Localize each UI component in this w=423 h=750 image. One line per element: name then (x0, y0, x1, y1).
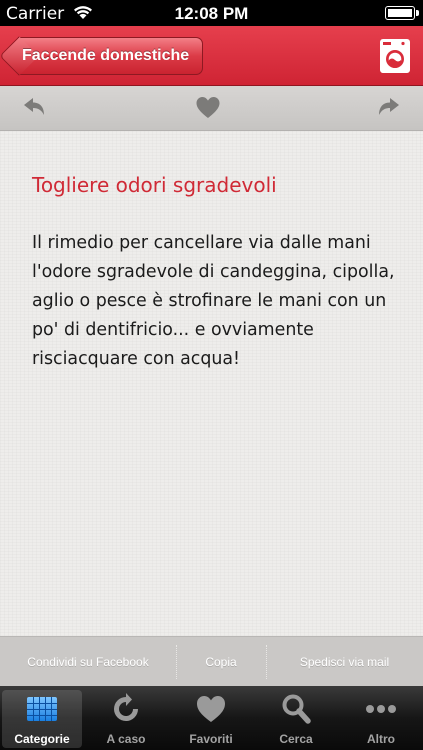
action-toolbar (0, 86, 423, 131)
copy-button[interactable]: Copia (176, 637, 266, 687)
heart-icon[interactable] (195, 95, 221, 121)
tab-label: Favoriti (189, 732, 233, 746)
tab-cerca[interactable]: Cerca (256, 690, 336, 748)
share-bar: Condividi su Facebook Copia Spedisci via… (0, 636, 423, 686)
tab-label: Cerca (279, 732, 313, 746)
back-button-label: Faccende domestiche (22, 47, 190, 64)
tab-label: Altro (367, 732, 395, 746)
washing-machine-icon (380, 39, 410, 73)
grid-icon (27, 697, 57, 721)
back-button[interactable]: Faccende domestiche (18, 37, 203, 75)
tip-body: Il rimedio per cancellare via dalle mani… (32, 233, 395, 369)
tip-title: Togliere odori sgradevoli (32, 173, 277, 197)
search-icon (282, 694, 311, 724)
tab-a-caso[interactable]: A caso (86, 690, 166, 748)
status-bar: Carrier 12:08 PM (0, 0, 423, 26)
tip-content: Togliere odori sgradevoli Il rimedio per… (0, 131, 423, 636)
share-facebook-button[interactable]: Condividi su Facebook (0, 637, 176, 687)
tab-label: Categorie (14, 732, 70, 746)
more-icon (366, 705, 396, 713)
battery-icon (385, 6, 419, 20)
tab-bar: Categorie A caso Favoriti Cerca Altro (0, 686, 423, 750)
navigation-bar: Faccende domestiche (0, 26, 423, 86)
tab-altro[interactable]: Altro (341, 690, 421, 748)
share-mail-button[interactable]: Spedisci via mail (266, 637, 423, 687)
heart-icon (197, 696, 225, 722)
redo-arrow-icon[interactable] (375, 95, 401, 121)
tab-label: A caso (106, 732, 146, 746)
tab-favoriti[interactable]: Favoriti (171, 690, 251, 748)
undo-arrow-icon[interactable] (22, 95, 48, 121)
clock: 12:08 PM (174, 4, 249, 23)
tab-categorie[interactable]: Categorie (2, 690, 82, 748)
refresh-icon (114, 693, 138, 721)
